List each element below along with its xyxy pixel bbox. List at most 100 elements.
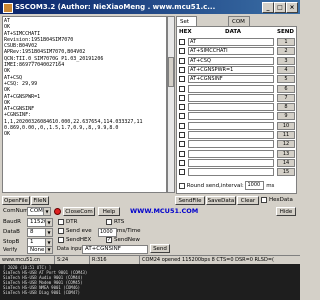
multi-char-row: 10 [179,121,296,131]
multi-char-row: AT+CGNSINF 5 [179,75,296,84]
multi-send-button[interactable]: 9 [277,112,295,121]
hex-checkbox[interactable] [179,85,185,92]
multi-char-input[interactable] [188,131,274,139]
maximize-button[interactable]: □ [274,2,286,13]
banner-link[interactable]: WWW.MCU51.COM [130,207,198,216]
receive-scrollbar[interactable] [167,16,175,193]
multi-char-input[interactable] [188,93,274,102]
baud-select[interactable]: 115200 ▼ [27,218,53,227]
multi-char-input[interactable] [188,84,274,93]
send-hex-checkbox[interactable] [58,237,64,243]
multi-char-row: AT+CSQ 3 [179,56,296,66]
multi-send-button[interactable]: 5 [277,75,295,84]
multi-char-input[interactable]: AT+CGNSPWR=1 [188,65,274,74]
multi-send-button[interactable]: 6 [277,84,295,93]
app-icon [3,3,13,13]
multi-send-button[interactable]: 10 [277,121,295,130]
multi-char-input[interactable]: AT+CGNSINF [188,75,274,84]
hex-data-label: HexData [269,197,293,203]
multi-send-button[interactable]: 12 [277,140,295,149]
multi-char-row: 12 [179,140,296,149]
multi-char-input[interactable]: AT+SIMCCHATI [188,47,274,56]
send-new-checkbox[interactable]: ✓ [106,237,112,243]
multi-send-button[interactable]: 3 [277,56,295,65]
multi-char-input[interactable] [188,112,274,121]
multi-char-input[interactable] [188,149,274,158]
hex-header: HEX [179,29,192,35]
verify-label: Verify [3,247,18,253]
multi-send-button[interactable]: 7 [277,93,295,102]
round-interval-input[interactable]: 1000 [245,181,265,190]
multi-send-button[interactable]: 8 [277,103,295,112]
receive-textarea[interactable]: AT OK AT+SIMCCHATI Revision:1951B04SIM7070 C… [2,16,167,193]
chevron-down-icon: ▼ [45,219,52,226]
hex-checkbox[interactable] [179,169,185,176]
data-input-field[interactable]: AT+CGNSINF [82,245,148,254]
hide-button[interactable]: Hide [276,207,296,216]
hex-checkbox[interactable] [179,57,185,64]
status-received: R:316 [90,256,140,264]
round-send-checkbox[interactable] [179,182,185,189]
data-input-label: Data input: [57,246,86,252]
multi-char-input[interactable] [188,158,274,167]
hex-checkbox[interactable] [179,76,185,83]
help-button[interactable]: Help [98,207,120,216]
multi-send-button[interactable]: 2 [277,47,295,56]
hex-checkbox[interactable] [179,48,185,55]
multi-char-row: AT 1 [179,38,296,47]
chevron-down-icon: ▼ [43,208,50,215]
title-bar[interactable]: SSCOM3.2 (Author: NieXiaoMeng . www.mcu5… [0,0,300,14]
send-button[interactable]: Send [150,244,170,253]
minimize-button[interactable]: _ [262,2,274,13]
status-sent: S:24 [55,256,90,264]
hex-checkbox[interactable] [179,66,185,73]
file-name-button[interactable]: FileN [31,196,49,205]
save-data-button[interactable]: SaveData [206,196,236,205]
multi-send-button[interactable]: 4 [277,65,295,74]
multi-char-input[interactable]: AT [188,38,274,46]
multi-char-input[interactable] [188,140,274,149]
hex-checkbox[interactable] [179,132,185,138]
hex-checkbox[interactable] [179,150,185,157]
baud-label: BaudR [3,219,21,225]
hex-data-checkbox[interactable] [261,197,267,203]
multi-send-button[interactable]: 14 [277,158,295,167]
open-file-button[interactable]: OpenFile [2,196,30,205]
send-every-checkbox[interactable] [58,228,64,234]
hex-checkbox[interactable] [179,159,185,166]
com-num-select[interactable]: COM24 ▼ [27,207,51,216]
multi-char-input[interactable] [188,121,274,130]
close-button[interactable]: × [286,2,298,13]
hex-checkbox[interactable] [179,122,185,129]
rts-checkbox[interactable] [106,219,112,225]
hex-checkbox[interactable] [179,141,185,148]
close-com-button[interactable]: CloseCom [63,207,95,216]
multi-char-row: 6 [179,84,296,94]
multi-char-input[interactable] [188,168,274,177]
receive-line: OK [4,131,11,138]
hex-checkbox[interactable] [179,94,185,101]
clear-button[interactable]: Clear [237,196,259,205]
multi-send-button[interactable]: 1 [277,38,295,46]
verify-select[interactable]: None ▼ [27,246,53,254]
dtr-checkbox[interactable] [58,219,64,225]
round-interval-unit: ms [266,183,275,189]
hex-checkbox[interactable] [179,113,185,120]
interval-unit: ms/Time [117,228,141,234]
scroll-thumb[interactable] [168,57,174,87]
data-bits-value: 8 [30,229,34,235]
data-bits-label: DataB [3,229,20,235]
send-every-label: Send eve [66,228,92,234]
multi-send-button[interactable]: 13 [277,149,295,158]
hex-checkbox[interactable] [179,104,185,111]
dtr-label: DTR [66,219,78,225]
multi-send-button[interactable]: 11 [277,131,295,139]
send-file-button[interactable]: SendFile [175,196,205,205]
multi-char-input[interactable]: AT+CSQ [188,56,274,65]
multi-char-input[interactable] [188,103,274,112]
send-header: SEND [277,29,294,35]
multi-send-button[interactable]: 15 [277,168,295,177]
data-bits-select[interactable]: 8 ▼ [27,228,53,237]
multi-char-panel: Set Multi Char COM DATA HEX DATA SEND AT… [176,16,298,194]
hex-checkbox[interactable] [179,39,185,45]
